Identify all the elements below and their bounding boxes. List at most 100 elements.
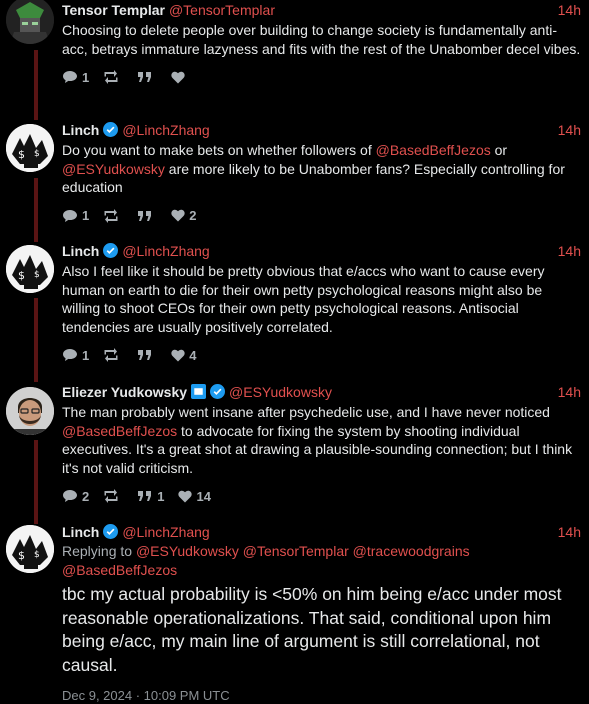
replying-label: Replying to [62,543,133,559]
tweet-text: Do you want to make bets on whether foll… [62,141,581,197]
svg-text:$: $ [34,550,40,560]
reply-count: 1 [82,208,90,223]
retweet-icon [104,348,118,362]
verified-badge-icon [210,384,226,399]
retweet-button[interactable] [103,348,123,362]
like-button[interactable] [171,71,189,84]
thread-line [34,178,38,242]
thread-line [34,440,38,524]
like-count: 4 [189,347,197,363]
tweet-actions: 1 4 [62,346,581,364]
affiliate-badge-icon [191,384,207,399]
retweet-button[interactable] [103,489,123,503]
quote-count: 1 [157,488,165,504]
reply-icon [63,349,77,361]
author-name[interactable]: Linch [62,243,99,259]
svg-text:$: $ [18,148,25,161]
main-tweet-text: tbc my actual probability is <50% on him… [62,584,562,675]
avatar[interactable] [6,0,54,44]
retweet-icon [104,208,118,223]
mention-link[interactable]: @BasedBeffJezos [62,423,177,439]
timestamp[interactable]: 14h [558,120,581,140]
avatar[interactable]: $ $ [6,245,54,293]
tweet-header: Eliezer Yudkowsky @ESYudkowsky 14h [62,382,581,402]
reply-icon [63,490,77,502]
quote-icon [138,491,152,501]
tweet-header: Linch @LinchZhang 14h [62,522,581,542]
verified-badge-icon [103,122,119,137]
heart-icon [171,71,185,83]
svg-text:$: $ [34,149,40,159]
like-count: 14 [196,488,211,504]
thread-line [34,298,38,382]
retweet-button[interactable] [103,70,123,84]
like-count: 2 [189,208,197,223]
mention-link[interactable]: @ESYudkowsky [136,543,239,559]
tweet-actions: 1 2 [62,207,581,225]
thread-line [34,50,38,120]
quote-icon [138,350,152,360]
text-segment: Do you want to make bets on whether foll… [62,142,376,158]
svg-text:$: $ [18,269,25,282]
author-handle[interactable]: @LinchZhang [122,524,209,540]
timestamp[interactable]: 14h [558,0,581,20]
reply-button[interactable]: 1 [62,348,89,363]
verified-badge-icon [103,524,119,539]
tweet-date[interactable]: Dec 9, 2024 · 10:09 PM UTC [62,688,581,703]
retweet-icon [104,70,118,84]
author-handle[interactable]: @LinchZhang [122,243,209,259]
quote-button[interactable]: 1 [137,489,164,504]
tweet-text: The man probably went insane after psych… [62,403,581,477]
timestamp[interactable]: 14h [558,522,581,542]
mention-link[interactable]: @BasedBeffJezos [376,142,491,158]
author-name[interactable]: Eliezer Yudkowsky [62,384,187,400]
tweet-text: Choosing to delete people over building … [62,22,581,57]
timestamp[interactable]: 14h [558,382,581,402]
mention-link[interactable]: @BasedBeffJezos [62,562,177,578]
mention-link[interactable]: @TensorTemplar [243,543,349,559]
text-segment: The man probably went insane after psych… [62,404,550,420]
tweet-header: Linch @LinchZhang 14h [62,241,581,261]
mention-link[interactable]: @tracewoodgrains [353,543,470,559]
like-button[interactable]: 2 [171,208,196,223]
quote-button[interactable] [137,349,157,361]
tweet-header: Linch @LinchZhang 14h [62,120,581,140]
retweet-icon [104,489,118,503]
text-segment: or [490,142,508,158]
mention-link[interactable]: @ESYudkowsky [62,161,165,177]
replying-to: Replying to @ESYudkowsky @TensorTemplar … [62,542,581,579]
author-name[interactable]: Linch [62,122,99,138]
quote-button[interactable] [137,210,157,222]
author-handle[interactable]: @TensorTemplar [169,2,275,18]
author-handle[interactable]: @ESYudkowsky [229,384,332,400]
heart-icon [171,349,185,361]
verified-badge-icon [103,243,119,258]
quote-icon [138,210,152,221]
heart-icon [178,490,193,502]
author-handle[interactable]: @LinchZhang [122,122,209,138]
tweet-header: Tensor Templar @TensorTemplar 14h [62,0,581,20]
reply-icon [63,209,77,222]
reply-icon [63,71,77,83]
avatar[interactable] [6,387,54,435]
svg-text:$: $ [34,270,40,280]
reply-button[interactable]: 2 [62,489,89,504]
reply-count: 2 [82,488,90,504]
reply-button[interactable]: 1 [62,70,89,85]
like-button[interactable]: 14 [178,488,211,504]
quote-icon [138,72,152,82]
tweet-actions: 2 1 14 [62,487,581,505]
avatar[interactable]: $ $ [6,124,54,172]
avatar[interactable]: $ $ [6,525,54,573]
like-button[interactable]: 4 [171,348,196,363]
reply-button[interactable]: 1 [62,208,89,223]
reply-count: 1 [82,347,90,363]
tweet-actions: 1 [62,68,581,86]
retweet-button[interactable] [103,208,123,223]
author-name[interactable]: Linch [62,524,99,540]
timestamp[interactable]: 14h [558,241,581,261]
author-name[interactable]: Tensor Templar [62,2,165,18]
svg-text:$: $ [18,549,25,562]
quote-button[interactable] [137,71,157,83]
tweet-text: Also I feel like it should be pretty obv… [62,263,545,335]
